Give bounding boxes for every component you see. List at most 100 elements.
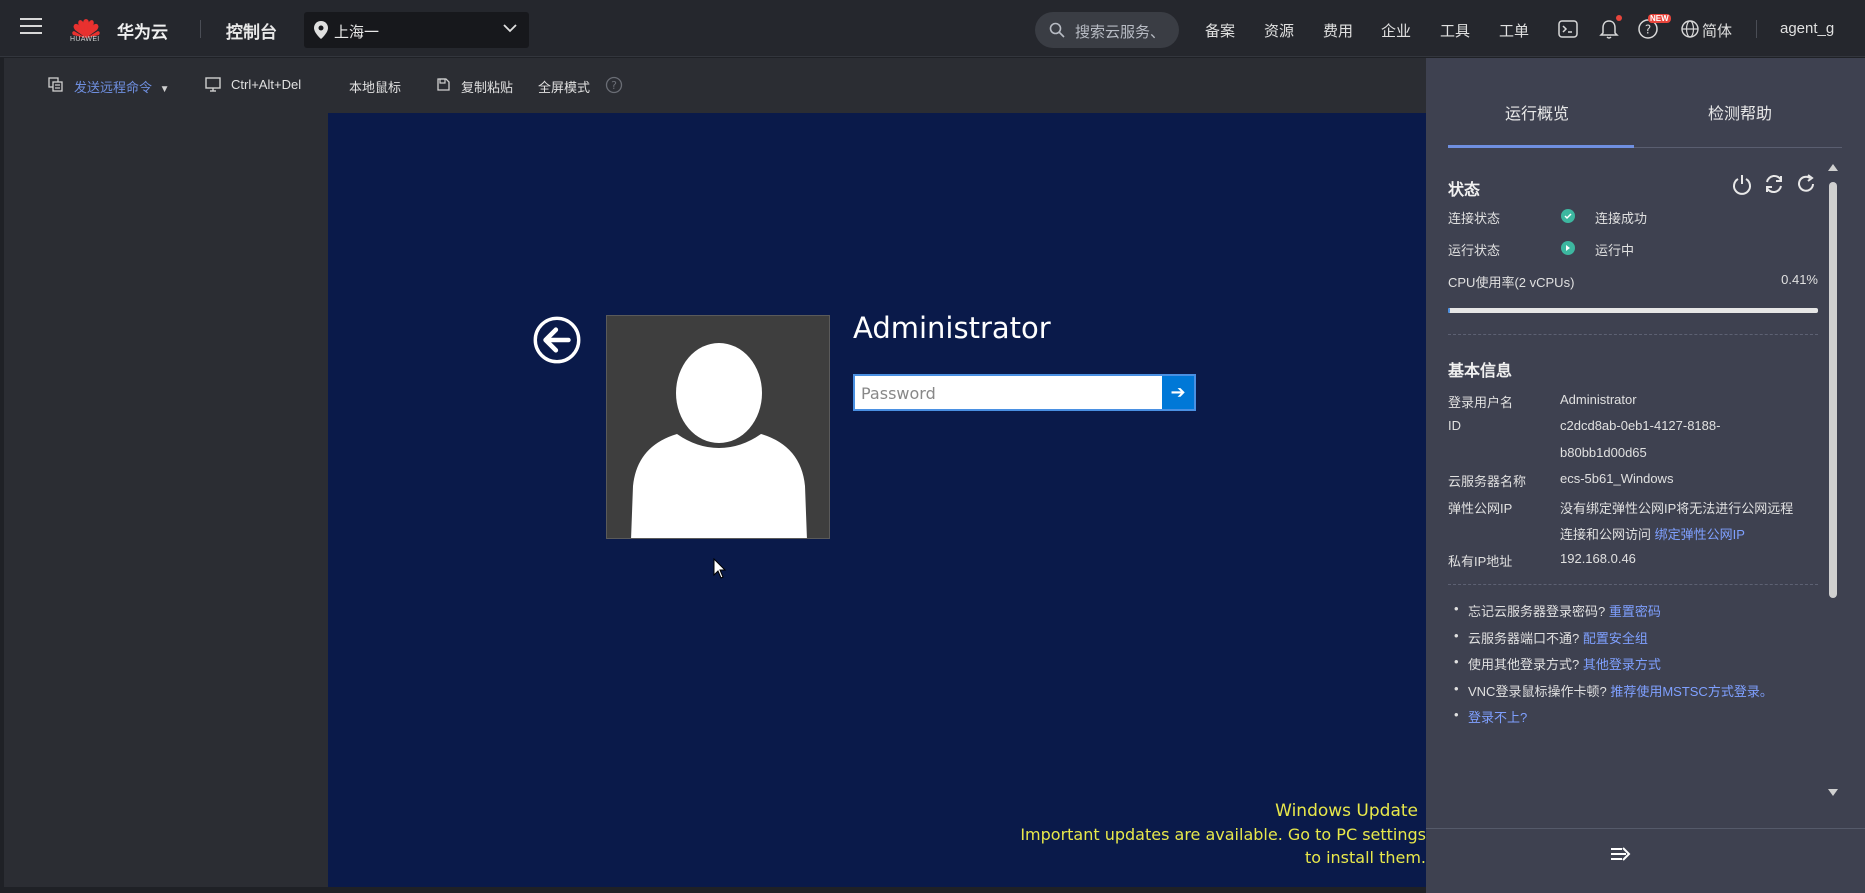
- hamburger-menu-icon[interactable]: [20, 18, 42, 36]
- logo-text: HUAWEI: [70, 36, 100, 43]
- connection-ok-icon: [1561, 209, 1575, 223]
- status-title: 状态: [1448, 182, 1481, 199]
- left-gutter: [4, 113, 328, 887]
- help-text: 忘记云服务器登录密码?: [1468, 604, 1606, 619]
- user-silhouette-icon: [631, 343, 807, 538]
- help-item-reset-password: 忘记云服务器登录密码? 重置密码: [1454, 601, 1661, 620]
- divider: [1448, 584, 1818, 585]
- terminal-icon[interactable]: [1557, 18, 1579, 40]
- scrollbar-thumb[interactable]: [1829, 182, 1837, 598]
- nav-tools[interactable]: 工具: [1440, 20, 1470, 41]
- nav-resources[interactable]: 资源: [1264, 20, 1294, 41]
- refresh-icon[interactable]: [1795, 173, 1817, 195]
- divider: [1426, 828, 1865, 829]
- scroll-down-icon[interactable]: [1827, 788, 1839, 798]
- basic-info-title: 基本信息: [1448, 363, 1513, 380]
- id-value-line2: b80bb1d00d65: [1560, 445, 1647, 460]
- running-status-label: 运行状态: [1448, 243, 1501, 258]
- restart-icon[interactable]: [1763, 173, 1785, 195]
- map-pin-icon: [314, 21, 328, 39]
- windows-update-title: Windows Update: [1275, 801, 1418, 821]
- fullscreen-button[interactable]: 全屏模式: [538, 77, 590, 96]
- reset-password-link[interactable]: 重置密码: [1609, 604, 1661, 619]
- help-item-cannot-login: 登录不上?: [1454, 707, 1527, 726]
- user-avatar: [606, 315, 830, 539]
- bell-icon[interactable]: [1598, 18, 1620, 40]
- windows-update-message: Important updates are available. Go to P…: [1020, 825, 1426, 867]
- svg-text:?: ?: [611, 79, 617, 92]
- region-selector[interactable]: 上海一: [304, 12, 529, 48]
- help-text: 云服务器端口不通?: [1468, 631, 1580, 646]
- connection-status-label: 连接状态: [1448, 211, 1501, 226]
- ctrl-alt-del-button[interactable]: Ctrl+Alt+Del: [231, 77, 301, 92]
- collapse-panel-icon[interactable]: [1610, 845, 1632, 863]
- globe-icon[interactable]: [1679, 18, 1701, 40]
- nav-enterprise[interactable]: 企业: [1381, 20, 1411, 41]
- language-selector[interactable]: 简体: [1702, 20, 1732, 41]
- config-security-group-link[interactable]: 配置安全组: [1583, 631, 1648, 646]
- connection-status-value: 连接成功: [1595, 211, 1648, 226]
- svg-text:?: ?: [1645, 23, 1651, 37]
- nav-beian[interactable]: 备案: [1205, 20, 1235, 41]
- running-status-icon: [1561, 241, 1575, 255]
- eip-label: 弹性公网IP: [1448, 501, 1513, 516]
- panel-tabs: 运行概览 检测帮助: [1448, 58, 1842, 148]
- info-panel: 运行概览 检测帮助 状态 连接状态 连接成功 运行状态 运行中 CPU使用率(2…: [1426, 58, 1865, 893]
- region-label: 上海一: [334, 24, 380, 41]
- copy-paste-button[interactable]: 复制粘贴: [461, 77, 513, 96]
- mouse-cursor-icon: [713, 558, 727, 579]
- send-remote-command-button[interactable]: 发送远程命令 ▼: [74, 77, 170, 96]
- panel-scrollbar[interactable]: [1826, 162, 1840, 802]
- cpu-usage-value: 0.41%: [1781, 272, 1818, 287]
- search-icon: [1049, 22, 1065, 38]
- nav-billing[interactable]: 费用: [1323, 20, 1353, 41]
- private-ip-label: 私有IP地址: [1448, 554, 1513, 569]
- help-item-other-login: 使用其他登录方式? 其他登录方式: [1454, 654, 1661, 673]
- help-text: VNC登录鼠标操作卡顿?: [1468, 684, 1607, 699]
- server-name-value: ecs-5b61_Windows: [1560, 471, 1674, 486]
- chevron-down-icon: [503, 24, 517, 33]
- login-user-label: 登录用户名: [1448, 395, 1514, 410]
- account-name: Administrator: [853, 311, 1051, 345]
- console-link[interactable]: 控制台: [226, 18, 277, 43]
- help-circle-icon[interactable]: ?: [605, 76, 623, 94]
- send-command-label: 发送远程命令: [74, 80, 153, 95]
- send-command-icon: [48, 77, 63, 92]
- tab-diagnose-help[interactable]: 检测帮助: [1708, 100, 1772, 124]
- other-login-methods-link[interactable]: 其他登录方式: [1583, 657, 1661, 672]
- password-input[interactable]: [861, 382, 1151, 404]
- divider: [1756, 20, 1757, 38]
- divider: [200, 20, 201, 38]
- cpu-usage-label: CPU使用率(2 vCPUs): [1448, 275, 1575, 290]
- cannot-login-link[interactable]: 登录不上?: [1468, 710, 1527, 725]
- id-label: ID: [1448, 418, 1461, 433]
- vm-screen[interactable]: Administrator ➔ Windows Update Important…: [328, 113, 1426, 887]
- login-user-value: Administrator: [1560, 392, 1637, 407]
- search-placeholder: 搜索云服务、: [1075, 24, 1166, 41]
- cpu-usage-fill: [1448, 308, 1450, 313]
- caret-down-icon: ▼: [159, 84, 170, 95]
- panel-content: 状态 连接状态 连接成功 运行状态 运行中 CPU使用率(2 vCPUs) 0.…: [1448, 158, 1842, 806]
- help-item-vnc-lag: VNC登录鼠标操作卡顿? 推荐使用MSTSC方式登录。: [1454, 681, 1773, 700]
- help-item-security-group: 云服务器端口不通? 配置安全组: [1454, 628, 1648, 647]
- top-navigation-bar: HUAWEI 华为云 控制台 上海一 搜索云服务、 备案 资源 费用 企业 工具…: [0, 0, 1865, 57]
- submit-arrow-button[interactable]: ➔: [1161, 376, 1194, 409]
- local-mouse-button[interactable]: 本地鼠标: [349, 77, 401, 96]
- private-ip-value: 192.168.0.46: [1560, 551, 1636, 566]
- active-tab-indicator: [1448, 145, 1634, 148]
- help-text: 使用其他登录方式?: [1468, 657, 1580, 672]
- divider: [1448, 334, 1818, 335]
- search-box[interactable]: 搜索云服务、: [1035, 12, 1179, 48]
- remote-toolbar: 发送远程命令 ▼ Ctrl+Alt+Del 本地鼠标 复制粘贴 全屏模式 ?: [4, 58, 1426, 113]
- brand-name[interactable]: 华为云: [117, 18, 168, 43]
- back-arrow-icon[interactable]: [533, 316, 581, 364]
- bind-eip-link[interactable]: 绑定弹性公网IP: [1655, 527, 1745, 542]
- nav-tickets[interactable]: 工单: [1499, 20, 1529, 41]
- password-field[interactable]: ➔: [853, 374, 1196, 411]
- tab-overview[interactable]: 运行概览: [1505, 100, 1569, 124]
- eip-text-line1: 没有绑定弹性公网IP将无法进行公网远程: [1560, 501, 1794, 516]
- mstsc-recommend-link[interactable]: 推荐使用MSTSC方式登录。: [1610, 684, 1773, 699]
- power-icon[interactable]: [1731, 173, 1753, 195]
- user-menu[interactable]: agent_g: [1780, 20, 1834, 37]
- scroll-up-icon[interactable]: [1827, 162, 1839, 172]
